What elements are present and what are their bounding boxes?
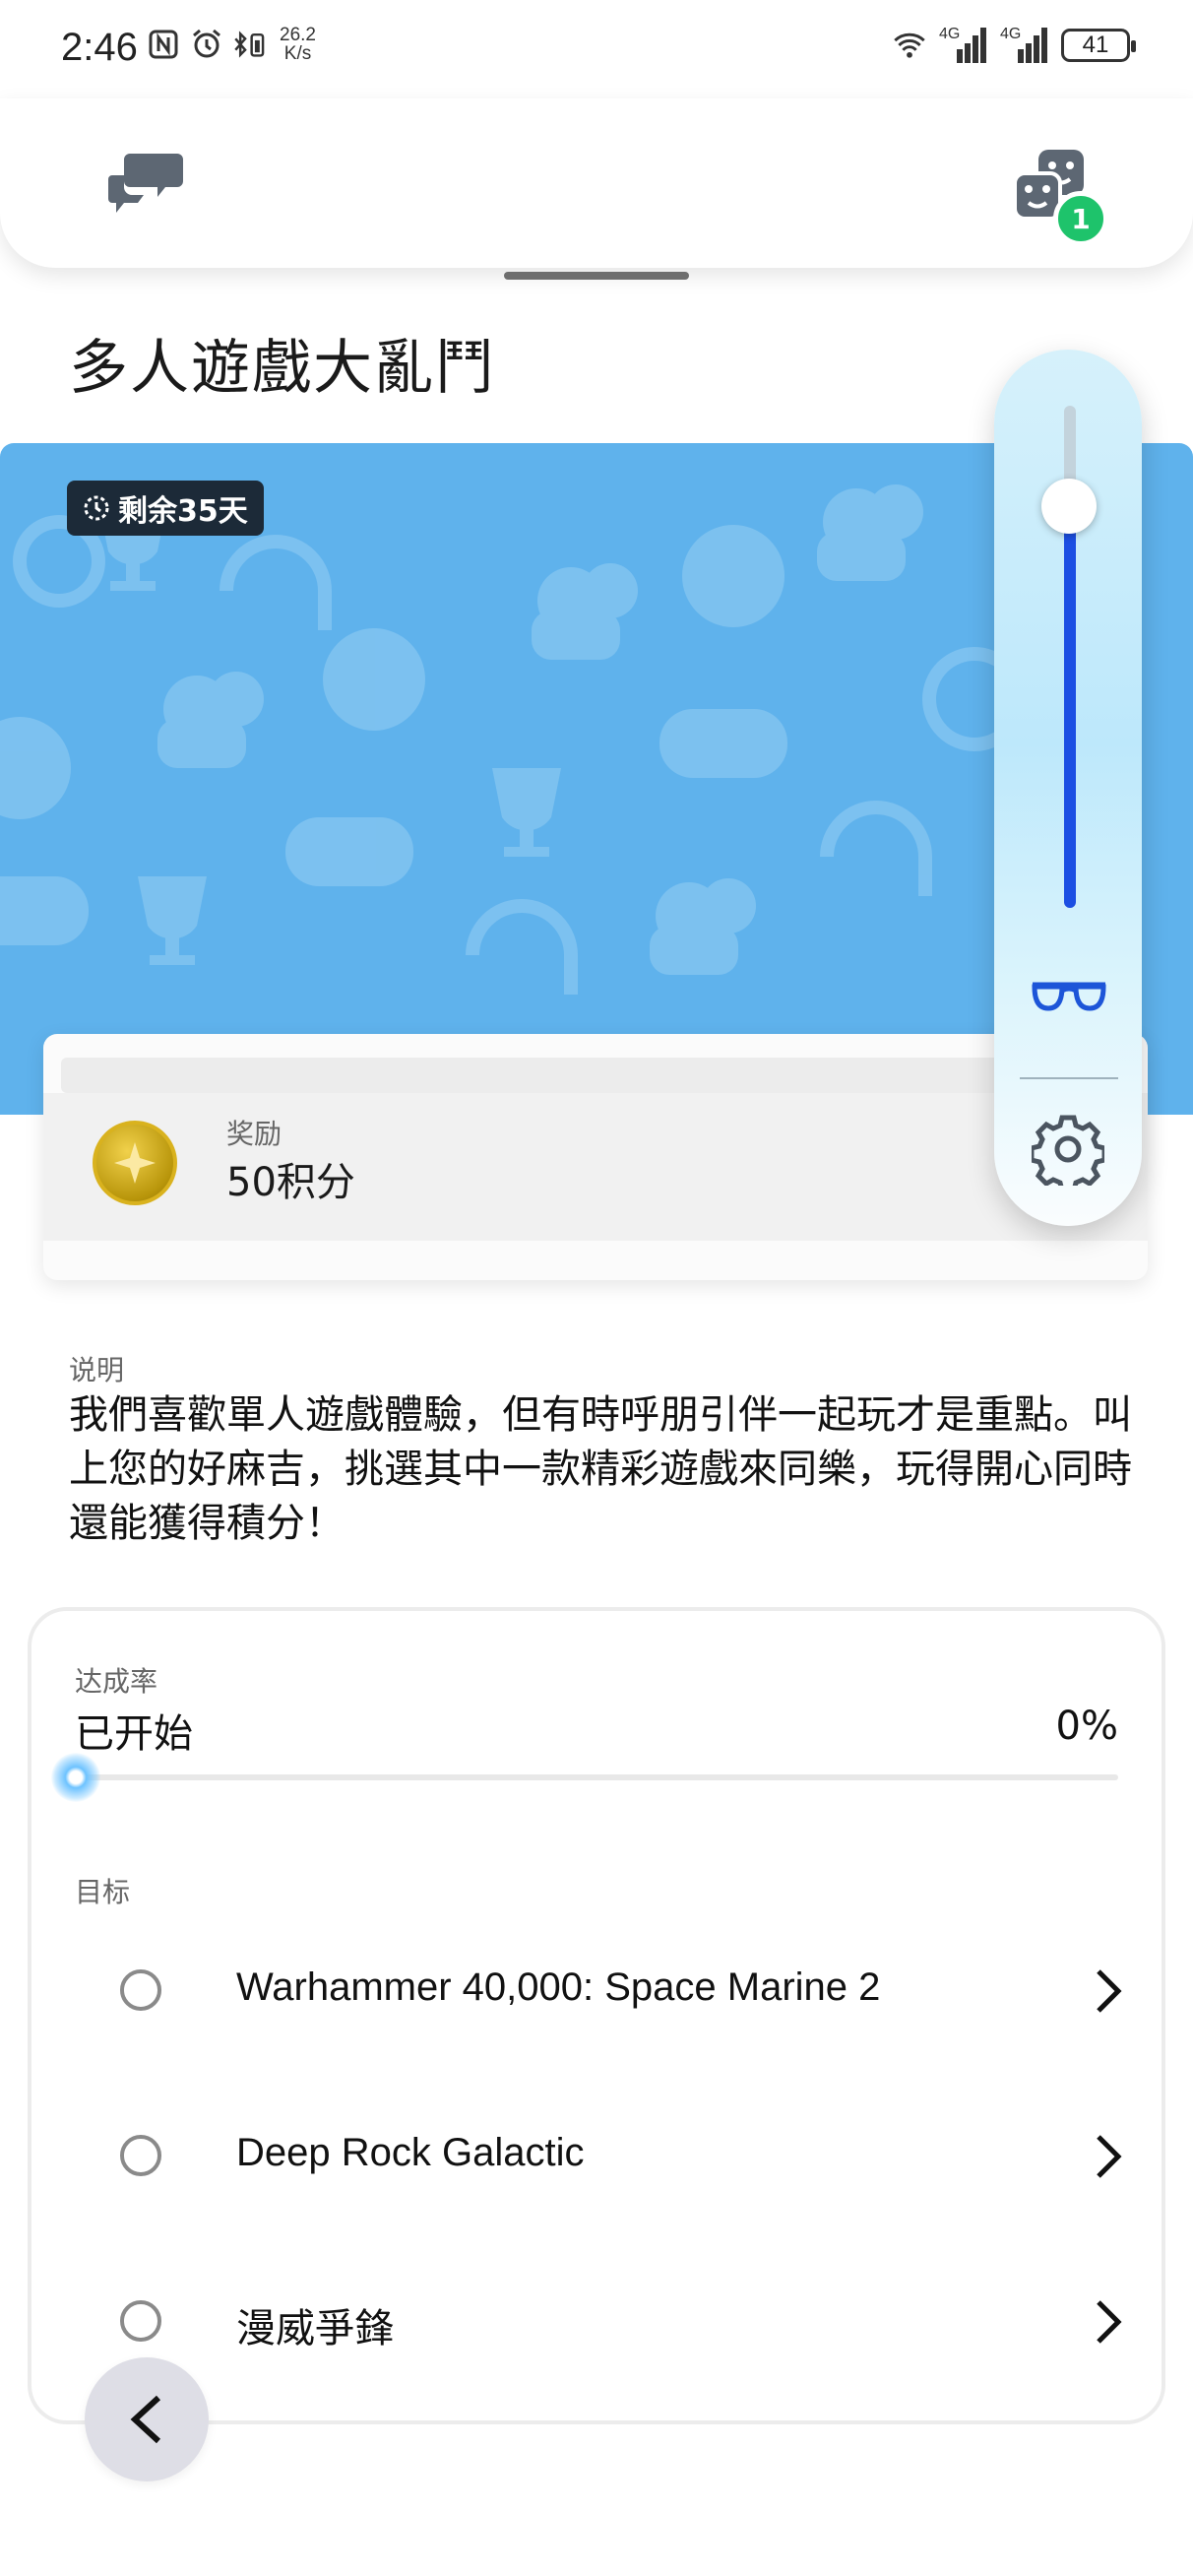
gear-icon[interactable] (1029, 1113, 1107, 1193)
slider-thumb[interactable] (1041, 479, 1097, 534)
days-left-badge: 剩余35天 (67, 481, 264, 536)
sheet-drag-handle[interactable] (504, 272, 689, 280)
wifi-icon (892, 28, 927, 63)
signal-2: 4G (1000, 26, 1049, 65)
chat-bubbles-icon[interactable] (108, 148, 187, 217)
status-bar: 2:46 26.2 K/s 4G 4G 41 (0, 0, 1193, 98)
signal-2-label: 4G (1000, 26, 1022, 42)
slider-fill (1064, 506, 1076, 908)
goal-name: Deep Rock Galactic (236, 2131, 585, 2174)
reward-card-header (61, 1058, 1130, 1093)
goal-name: 漫威爭鋒 (236, 2307, 394, 2351)
page: 2:46 26.2 K/s 4G 4G 41 1 多人遊戲大亂鬥 剩余35天 奖… (0, 0, 1193, 2576)
chevron-right-icon (1097, 2300, 1122, 2344)
glasses-icon[interactable] (1029, 975, 1109, 1024)
chevron-right-icon (1097, 1969, 1122, 2013)
alarm-icon (189, 27, 224, 62)
bluetooth-battery-icon (232, 27, 268, 62)
goal-radio[interactable] (120, 2300, 161, 2342)
progress-track (75, 1774, 1118, 1780)
net-speed-unit: K/s (283, 43, 312, 64)
goal-item[interactable]: Deep Rock Galactic (75, 2103, 1128, 2212)
goal-item[interactable]: Warhammer 40,000: Space Marine 2 (75, 1938, 1128, 2046)
reward-value: 50积分 (226, 1160, 355, 1205)
status-time: 2:46 (61, 26, 138, 69)
coin-icon (93, 1121, 177, 1205)
timer-icon (84, 495, 109, 521)
signal-1-label: 4G (939, 26, 961, 42)
page-title: 多人遊戲大亂鬥 (69, 334, 496, 403)
signal-1: 4G (939, 26, 988, 65)
goal-item[interactable]: 漫威爭鋒 (75, 2269, 1128, 2377)
net-speed-value: 26.2 (280, 25, 316, 45)
goal-radio[interactable] (120, 1969, 161, 2011)
chevron-right-icon (1097, 2135, 1122, 2178)
description-label: 说明 (69, 1354, 125, 1386)
status-icons-left: 26.2 K/s (146, 26, 316, 63)
net-speed: 26.2 K/s (280, 26, 316, 63)
back-button[interactable] (85, 2357, 209, 2481)
reward-row (43, 1093, 1148, 1241)
goal-radio[interactable] (120, 2135, 161, 2176)
reward-card: 奖励 50积分 (43, 1034, 1148, 1280)
days-left-text: 剩余35天 (118, 494, 248, 529)
status-icons-right: 4G 4G 41 (892, 26, 1136, 65)
games-badge: 1 (1053, 191, 1108, 246)
battery-indicator: 41 (1061, 29, 1136, 62)
completion-rate-label: 达成率 (75, 1665, 158, 1698)
goal-name: Warhammer 40,000: Space Marine 2 (236, 1965, 881, 2009)
top-sheet (0, 98, 1193, 268)
goals-label: 目标 (75, 1876, 131, 1908)
description-text: 我們喜歡單人遊戲體驗，但有時呼朋引伴一起玩才是重點。叫上您的好麻吉，挑選其中一款… (69, 1392, 1132, 1546)
completion-percent: 0% (1055, 1704, 1118, 1749)
reward-label: 奖励 (226, 1118, 283, 1150)
chevron-left-icon (130, 2395, 161, 2444)
completion-status: 已开始 (75, 1711, 193, 1757)
nfc-icon (146, 27, 181, 62)
progress-indicator-dot (51, 1753, 100, 1802)
panel-divider (1020, 1077, 1118, 1079)
